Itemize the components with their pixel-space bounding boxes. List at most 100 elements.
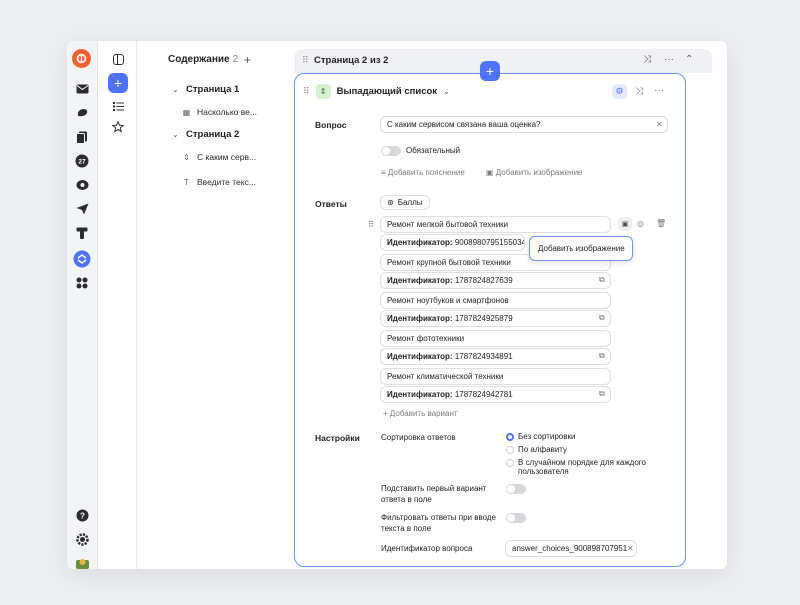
sort-option-label: По алфавиту [518,445,568,454]
question-label: Вопрос [315,120,347,130]
drag-handle-icon[interactable]: ⠿ [302,55,309,66]
sort-radio-random[interactable] [506,459,514,467]
answer-id-2[interactable]: Идентификатор: 1787824827639 [380,272,611,289]
tree-item-question-2[interactable]: ⇕ С каким серв... [182,152,256,162]
sidebar-tools: + [99,41,137,569]
tree-page-1[interactable]: ⌄ Страница 1 [172,84,239,95]
trash-icon[interactable]: 🗑 [656,219,666,228]
required-label: Обязательный [406,146,461,155]
required-toggle[interactable] [381,146,401,156]
prefill-first-toggle[interactable] [506,484,526,494]
app-window: 27 ? + Содержание 2 + ⌄ Страница 1 ▦ Наск… [67,41,727,569]
page-header: ⠿ Страница 2 из 2 ⤨ ··· ⌃ [294,49,712,73]
help-icon[interactable]: ? [74,507,90,523]
answer-id-4[interactable]: Идентификатор: 1787824934891 [380,348,611,365]
tree-page-2[interactable]: ⌄ Страница 2 [172,129,239,140]
id-key: Идентификатор: [387,314,453,323]
sort-radio-none[interactable] [506,433,514,441]
forms-icon[interactable] [72,249,92,269]
yandex-logo[interactable] [72,49,91,68]
calendar-icon[interactable]: 27 [74,153,90,169]
list-icon[interactable] [110,98,126,114]
copy-icon[interactable]: ⧉ [599,389,605,399]
question-id-value: answer_choices_900898707951 [512,544,628,553]
panel-icon[interactable] [110,51,126,67]
id-key: Идентификатор: [387,238,453,247]
answer-field-5[interactable]: Ремонт климатической техники [380,368,611,385]
id-value: 1787824925879 [454,314,513,323]
sort-option-label: В случайном порядке для каждого пользова… [518,458,646,476]
question-type[interactable]: Выпадающий список [337,86,437,97]
tracker-icon[interactable] [74,225,90,241]
tree-item-text-1[interactable]: T Введите текс... [182,177,256,187]
add-hint-button[interactable]: ≡ Добавить пояснение [381,168,465,177]
answer-field-3[interactable]: Ремонт ноутбуков и смартфонов [380,292,611,309]
gear-icon[interactable]: ⚙ [612,84,627,99]
star-icon[interactable] [110,119,126,135]
add-variant-label: Добавить вариант [389,409,458,418]
add-image-icon[interactable]: ▣ [618,217,632,231]
add-question-button[interactable]: + [480,61,500,81]
answer-text: Ремонт крупной бытовой техники [387,258,511,267]
dropdown-type-icon: ⇕ [315,84,331,99]
add-image-tooltip: Добавить изображение [529,236,633,261]
filter-answers-toggle[interactable] [506,513,526,523]
chevron-down-icon[interactable]: ⌄ [443,87,450,96]
clear-icon[interactable]: ✕ [656,120,663,129]
more-icon[interactable]: ··· [654,85,664,96]
contents-count: 2 [232,54,239,65]
filter-answers-label: Фильтровать ответы при вводе текста в по… [381,513,497,533]
copy-icon[interactable]: ⧉ [599,351,605,361]
answer-text: Ремонт фототехники [387,334,465,343]
copy-icon[interactable]: ⧉ [599,275,605,285]
id-value: 1787824827639 [454,276,513,285]
avatar[interactable] [74,554,90,569]
answer-text: Ремонт мелкой бытовой техники [387,220,509,229]
answer-field-1[interactable]: Ремонт мелкой бытовой техники [380,216,611,233]
drag-handle-icon[interactable]: ⠿ [368,220,374,229]
answer-id-3[interactable]: Идентификатор: 1787824925879 [380,310,611,327]
question-text: С каким сервисом связана ваша оценка? [387,120,541,129]
calendar-day: 27 [78,159,86,166]
add-variant-button[interactable]: + Добавить вариант [383,409,458,418]
messenger-icon[interactable] [74,177,90,193]
clear-icon[interactable]: ✕ [627,544,634,553]
docs-icon[interactable] [74,129,90,145]
settings-icon[interactable] [74,531,90,547]
id-value: 1787824934891 [454,352,513,361]
mail-icon[interactable] [74,81,90,97]
more-icon[interactable]: ··· [664,54,674,65]
id-key: Идентификатор: [387,390,453,399]
shuffle-icon[interactable]: ⤨ [643,54,651,65]
sort-option-label: Без сортировки [518,432,576,441]
question-header: ⠿ ⇕ Выпадающий список ⌄ [303,84,450,99]
chevron-up-icon[interactable]: ⌃ [685,54,693,65]
add-image-label: Добавить изображение [495,168,583,177]
points-button[interactable]: ⊛ Баллы [380,195,430,210]
drag-handle-icon[interactable]: ⠿ [303,86,310,97]
tree-item-question-1[interactable]: ▦ Насколько ве... [182,107,257,117]
add-page-button[interactable]: + [244,53,251,67]
add-icon[interactable]: + [108,73,128,93]
points-icon: ⊛ [387,198,394,207]
answer-field-4[interactable]: Ремонт фототехники [380,330,611,347]
answers-label: Ответы [315,199,347,209]
telemost-icon[interactable] [74,201,90,217]
answer-id-1[interactable]: Идентификатор: 9008980795155034 [380,234,525,251]
copy-icon[interactable]: ⧉ [599,313,605,323]
question-input[interactable]: С каким сервисом связана ваша оценка? [380,116,668,133]
contents-title: Содержание 2 [168,54,238,65]
app-rail: 27 ? [67,41,98,569]
question-card: ⠿ ⇕ Выпадающий список ⌄ ⚙ ⤨ ··· Вопрос С… [294,73,686,567]
question-id-input[interactable]: answer_choices_900898707951 [505,540,637,557]
apps-icon[interactable] [74,275,90,291]
disk-icon[interactable] [74,105,90,121]
add-image-button[interactable]: ▣ Добавить изображение [486,168,583,177]
hide-icon[interactable]: ◎ [637,219,644,228]
id-value: 1787824942781 [454,390,513,399]
svg-text:?: ? [80,511,85,520]
tree-item-label: Насколько ве... [197,107,257,117]
shuffle-icon[interactable]: ⤨ [635,86,643,97]
sort-radio-alpha[interactable] [506,446,514,454]
answer-id-5[interactable]: Идентификатор: 1787824942781 [380,386,611,403]
